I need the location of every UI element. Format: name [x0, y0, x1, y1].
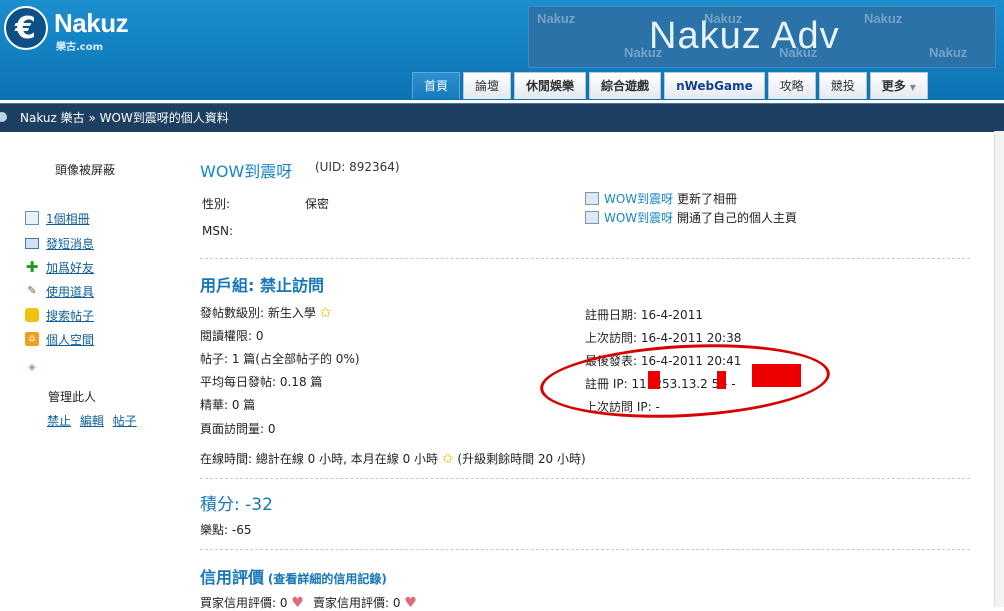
sidebar-item-label: 搜索帖子	[46, 308, 95, 323]
gender-value: 保密	[305, 197, 330, 211]
ad-text: Nakuz Adv	[649, 15, 840, 57]
sidebar-item-label: 使用道具	[46, 284, 95, 299]
section-divider	[200, 478, 970, 479]
sidebar-item-add-friend[interactable]: ✚ 加爲好友	[25, 258, 94, 276]
sidebar-item-personal-space[interactable]: ⌂ 個人空間	[25, 330, 94, 348]
album-icon	[25, 211, 39, 225]
sidebar-item-message[interactable]: 發短消息	[25, 234, 94, 252]
sidebar-item-label: 加爲好友	[46, 260, 95, 275]
edit-link[interactable]: 編輯	[80, 414, 104, 428]
avatar-hidden-notice: 頭像被屏蔽	[55, 163, 116, 177]
breadcrumb-text[interactable]: Nakuz 樂古 » WOW到震呀的個人資料	[20, 104, 229, 132]
feed-user-link[interactable]: WOW到震呀	[604, 192, 673, 206]
sidebar-item-status: ◈	[25, 359, 46, 377]
nav-tab-forum[interactable]: 論壇	[463, 72, 512, 99]
ad-watermark: Nakuz	[929, 45, 968, 60]
sidebar-item-label: 發短消息	[46, 236, 95, 251]
user-group-title: 用戶組: 禁止訪問	[200, 276, 324, 295]
nav-tab-home[interactable]: 首頁	[412, 72, 461, 99]
home-icon	[0, 112, 7, 122]
star-icon: ✩	[319, 305, 332, 321]
gender-label: 性別:	[202, 197, 231, 211]
posts-link[interactable]: 帖子	[113, 414, 137, 428]
online-time: 在線時間: 總計在線 0 小時, 本月在線 0 小時 ✩ (升級剩餘時間 20 …	[200, 450, 586, 467]
nav-tab-leisure[interactable]: 休閒娛樂	[514, 72, 587, 99]
ban-link[interactable]: 禁止	[47, 414, 71, 428]
logo-emblem-icon: €	[4, 6, 48, 50]
sidebar-item-label: 個人空間	[46, 332, 95, 347]
post-level: 發帖數級別: 新生入學 ✩	[200, 304, 331, 321]
nav-tab-auction[interactable]: 競投	[818, 72, 867, 99]
status-icon: ◈	[28, 362, 36, 373]
sidebar-item-albums[interactable]: 1個相冊	[25, 209, 90, 227]
nav-tab-games[interactable]: 綜合遊戲	[589, 72, 662, 99]
envelope-icon	[25, 237, 39, 249]
feed-item: WOW到震呀 更新了相冊	[585, 190, 737, 207]
post-level-text: 發帖數級別: 新生入學	[200, 306, 316, 320]
site-logo[interactable]: € Nakuz 樂古.com	[4, 6, 144, 54]
avg-daily-posts: 平均每日發帖: 0.18 篇	[200, 375, 323, 389]
logo-subtext: 樂古.com	[56, 42, 104, 53]
seller-credit: 賣家信用評價: 0 ♥	[313, 594, 417, 611]
digest-count: 精華: 0 篇	[200, 398, 256, 412]
seller-credit-text: 賣家信用評價: 0	[313, 596, 401, 610]
nav-more-label: 更多	[881, 79, 906, 93]
sidebar-item-label: 1個相冊	[46, 211, 90, 226]
feed-item: WOW到震呀 開通了自己的個人主頁	[585, 209, 797, 226]
nav-tab-guides[interactable]: 攻略	[767, 72, 816, 99]
coins: 樂點: -65	[200, 523, 252, 537]
points-title: 積分: -32	[200, 495, 273, 515]
post-count: 帖子: 1 篇(占全部帖子的 0%)	[200, 352, 360, 366]
ad-watermark: Nakuz	[537, 11, 576, 26]
magic-wand-icon: ✎	[27, 284, 37, 297]
search-posts-icon	[25, 308, 39, 322]
section-divider	[200, 258, 970, 259]
buyer-credit: 買家信用評價: 0 ♥	[200, 594, 304, 611]
breadcrumb: Nakuz 樂古 » WOW到震呀的個人資料	[0, 103, 1004, 132]
star-icon: ✩	[441, 451, 454, 467]
msn-label: MSN:	[202, 224, 233, 238]
profile-username: WOW到震呀	[200, 162, 293, 181]
site-header: € Nakuz 樂古.com Nakuz Nakuz Nakuz Nakuz N…	[0, 0, 1004, 100]
album-icon	[585, 192, 599, 205]
logo-text: Nakuz	[54, 8, 129, 38]
nav-tab-nwebgame[interactable]: nWebGame	[664, 72, 765, 99]
sidebar-item-use-tools[interactable]: ✎ 使用道具	[25, 282, 94, 300]
sidebar-item-search-posts[interactable]: 搜索帖子	[25, 306, 94, 324]
feed-action: 開通了自己的個人主頁	[677, 211, 798, 225]
credit-title: 信用評價	[200, 568, 265, 587]
section-divider	[200, 549, 970, 550]
credit-heading: 信用評價 (查看詳細的信用記錄)	[200, 564, 387, 588]
online-time-text: 在線時間: 總計在線 0 小時, 本月在線 0 小時	[200, 452, 439, 466]
plus-icon: ✚	[25, 258, 39, 276]
manage-links: 禁止 編輯 帖子	[47, 412, 142, 429]
home-icon: ⌂	[25, 332, 39, 346]
register-date: 註冊日期: 16-4-2011	[585, 308, 703, 322]
credit-detail-link[interactable]: (查看詳細的信用記錄)	[268, 572, 387, 586]
chevron-down-icon: ▼	[909, 83, 916, 92]
feed-user-link[interactable]: WOW到震呀	[604, 211, 673, 225]
read-permission: 閱讀權限: 0	[200, 329, 264, 343]
page-scrollbar[interactable]	[994, 131, 1004, 607]
heart-icon: ♥	[404, 595, 417, 611]
buyer-credit-text: 買家信用評價: 0	[200, 596, 288, 610]
manage-title: 管理此人	[48, 390, 97, 404]
nav-tab-more[interactable]: 更多 ▼	[869, 72, 928, 99]
profile-uid: (UID: 892364)	[315, 160, 400, 174]
online-upgrade-text: (升級剩餘時間 20 小時)	[457, 452, 586, 466]
ad-banner[interactable]: Nakuz Nakuz Nakuz Nakuz Nakuz Nakuz Naku…	[528, 6, 996, 68]
annotation-circle	[538, 337, 832, 425]
feed-action: 更新了相冊	[677, 192, 738, 206]
main-nav: 首頁 論壇 休閒娛樂 綜合遊戲 nWebGame 攻略 競投 更多 ▼	[412, 72, 928, 100]
ad-watermark: Nakuz	[864, 11, 903, 26]
profile-card-icon	[585, 211, 599, 224]
heart-icon: ♥	[291, 595, 304, 611]
page-views: 頁面訪問量: 0	[200, 422, 276, 436]
